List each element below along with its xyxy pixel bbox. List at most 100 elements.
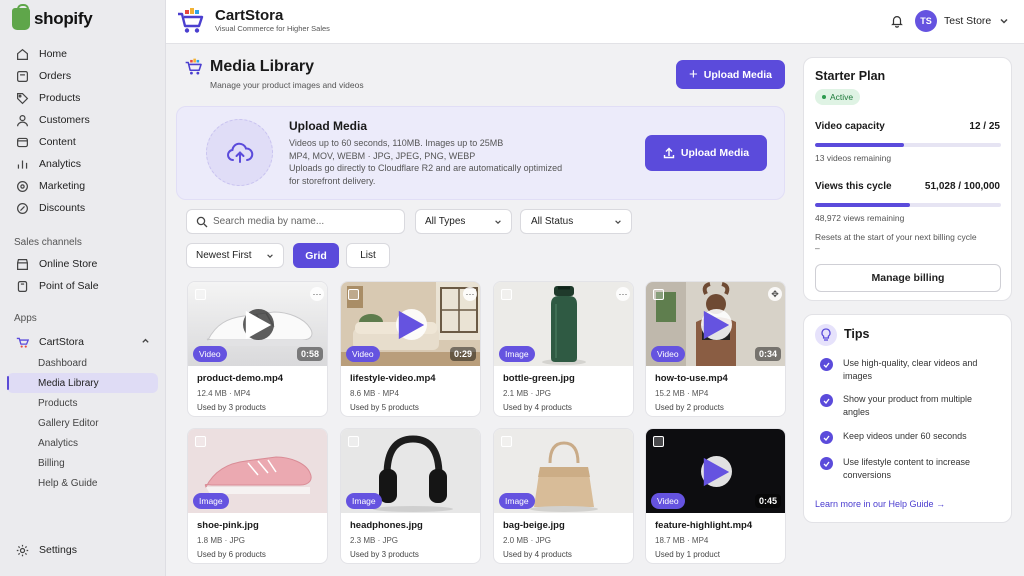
bell-icon[interactable] bbox=[890, 14, 904, 28]
play-icon[interactable] bbox=[701, 456, 732, 487]
select-checkbox[interactable] bbox=[348, 289, 359, 300]
sidebar-sub-analytics[interactable]: Analytics bbox=[7, 433, 158, 453]
play-icon[interactable] bbox=[243, 309, 274, 340]
sidebar-sub-media-library[interactable]: Media Library bbox=[7, 373, 158, 393]
store-switcher[interactable]: Test Store bbox=[944, 15, 991, 27]
sidebar-item-settings[interactable]: Settings bbox=[0, 539, 166, 561]
sidebar-sub-products[interactable]: Products bbox=[7, 393, 158, 413]
reset-note: Resets at the start of your next billing… bbox=[815, 232, 977, 242]
person-icon bbox=[16, 114, 29, 127]
status-badge: Active bbox=[815, 89, 861, 105]
sidebar-item-label: Analytics bbox=[39, 158, 82, 170]
sidebar-item-label: Home bbox=[39, 48, 68, 60]
media-type-badge: Image bbox=[193, 493, 229, 509]
media-meta: 2.3 MB · JPG bbox=[350, 536, 399, 545]
media-card[interactable]: ··· Video 0:58 product-demo.mp4 12.4 MB … bbox=[187, 281, 328, 417]
more-options-icon[interactable]: ··· bbox=[616, 287, 630, 301]
media-type-badge: Image bbox=[499, 346, 535, 362]
type-filter-select[interactable]: All Types bbox=[415, 209, 512, 234]
more-options-icon[interactable]: ✥ bbox=[768, 287, 782, 301]
media-card[interactable]: Video 0:45 feature-highlight.mp4 18.7 MB… bbox=[645, 428, 786, 564]
select-checkbox[interactable] bbox=[348, 436, 359, 447]
sidebar-sub-help-guide[interactable]: Help & Guide bbox=[7, 473, 158, 493]
sidebar-sub-dashboard[interactable]: Dashboard bbox=[7, 353, 158, 373]
tip-item: Use lifestyle content to increase conver… bbox=[820, 456, 993, 482]
sidebar-sub-gallery-editor[interactable]: Gallery Editor bbox=[7, 413, 158, 433]
select-checkbox[interactable] bbox=[501, 436, 512, 447]
cartstora-brand[interactable]: CartStora Visual Commerce for Higher Sal… bbox=[176, 7, 330, 35]
sidebar-item-products[interactable]: Products bbox=[0, 87, 166, 109]
views-bar bbox=[815, 203, 1001, 207]
sidebar-item-cartstora[interactable]: CartStora bbox=[0, 331, 166, 353]
media-card[interactable]: ✥ Video 0:34 how-to-use.mp4 15.2 MB · MP… bbox=[645, 281, 786, 417]
upload-dropzone[interactable]: Upload Media Videos up to 60 seconds, 11… bbox=[176, 106, 785, 200]
select-checkbox[interactable] bbox=[501, 289, 512, 300]
tip-text: Keep videos under 60 seconds bbox=[843, 431, 967, 441]
upload-formats: MP4, MOV, WEBM · JPG, JPEG, PNG, WEBP bbox=[289, 150, 476, 161]
play-icon[interactable] bbox=[396, 309, 427, 340]
search-placeholder: Search media by name... bbox=[213, 216, 325, 227]
media-usage: Used by 4 products bbox=[503, 403, 572, 412]
select-checkbox[interactable] bbox=[653, 289, 664, 300]
avatar[interactable]: TS bbox=[915, 10, 937, 32]
manage-billing-button[interactable]: Manage billing bbox=[815, 264, 1001, 292]
select-checkbox[interactable] bbox=[653, 436, 664, 447]
plus-icon: + bbox=[688, 66, 698, 83]
sidebar-item-marketing[interactable]: Marketing bbox=[0, 175, 166, 197]
sort-select[interactable]: Newest First bbox=[186, 243, 284, 268]
chevron-down-icon[interactable] bbox=[999, 16, 1009, 26]
sidebar-item-discounts[interactable]: Discounts bbox=[0, 197, 166, 219]
sidebar-item-orders[interactable]: Orders bbox=[0, 65, 166, 87]
sidebar-item-online-store[interactable]: Online Store bbox=[0, 253, 166, 275]
status-filter-select[interactable]: All Status bbox=[520, 209, 632, 234]
chevron-down-icon bbox=[267, 253, 273, 258]
media-filename: headphones.jpg bbox=[350, 520, 423, 531]
video-capacity-fill bbox=[815, 143, 905, 147]
media-meta: 2.0 MB · JPG bbox=[503, 536, 552, 545]
media-card[interactable]: Image bag-beige.jpg 2.0 MB · JPG Used by… bbox=[493, 428, 634, 564]
tip-item: Keep videos under 60 seconds bbox=[820, 430, 993, 444]
upload-media-button[interactable]: + Upload Media bbox=[676, 60, 785, 89]
select-checkbox[interactable] bbox=[195, 289, 206, 300]
sidebar-item-point-of-sale[interactable]: Point of Sale bbox=[0, 275, 166, 297]
more-options-icon[interactable]: ··· bbox=[463, 287, 477, 301]
media-type-badge: Image bbox=[499, 493, 535, 509]
media-type-badge: Video bbox=[651, 346, 685, 362]
grid-view-button[interactable]: Grid bbox=[293, 243, 339, 268]
tips-panel: Tips Use high-quality, clear videos and … bbox=[803, 314, 1012, 523]
media-card[interactable]: ··· Video 0:29 lifestyle-video.mp4 8.6 M… bbox=[340, 281, 481, 417]
plan-panel: Starter Plan Active Video capacity 12 / … bbox=[803, 57, 1012, 301]
sidebar-sub-billing[interactable]: Billing bbox=[7, 453, 158, 473]
media-usage: Used by 2 products bbox=[655, 403, 724, 412]
media-card[interactable]: Image shoe-pink.jpg 1.8 MB · JPG Used by… bbox=[187, 428, 328, 564]
media-usage: Used by 4 products bbox=[503, 550, 572, 559]
upload-media-large-label: Upload Media bbox=[680, 147, 750, 159]
help-guide-link[interactable]: Learn more in our Help Guide → bbox=[815, 499, 945, 509]
media-card[interactable]: Image headphones.jpg 2.3 MB · JPG Used b… bbox=[340, 428, 481, 564]
upload-media-large-button[interactable]: Upload Media bbox=[645, 135, 767, 171]
more-options-icon[interactable]: ··· bbox=[310, 287, 324, 301]
tip-item: Show your product from multiple angles bbox=[820, 393, 993, 419]
page-subtitle: Manage your product images and videos bbox=[210, 80, 364, 90]
search-input[interactable]: Search media by name... bbox=[186, 209, 405, 234]
media-card[interactable]: ··· Image bottle-green.jpg 2.1 MB · JPG … bbox=[493, 281, 634, 417]
list-view-button[interactable]: List bbox=[346, 243, 390, 268]
sidebar-item-home[interactable]: Home bbox=[0, 43, 166, 65]
shopify-logo[interactable]: shopify bbox=[12, 4, 93, 30]
sales-channels-heading: Sales channels bbox=[14, 236, 82, 248]
play-icon[interactable] bbox=[701, 309, 732, 340]
media-filename: bottle-green.jpg bbox=[503, 373, 575, 384]
shopify-bag-icon bbox=[12, 4, 30, 30]
media-thumbnail: Image bbox=[341, 429, 480, 513]
select-checkbox[interactable] bbox=[195, 436, 206, 447]
pos-icon bbox=[16, 280, 29, 293]
sidebar-item-label: Point of Sale bbox=[39, 280, 99, 292]
check-icon bbox=[820, 358, 833, 371]
media-thumbnail: ✥ Video 0:34 bbox=[646, 282, 785, 366]
sidebar-item-content[interactable]: Content bbox=[0, 131, 166, 153]
media-meta: 1.8 MB · JPG bbox=[197, 536, 246, 545]
media-thumbnail: ··· Image bbox=[494, 282, 633, 366]
sidebar-item-analytics[interactable]: Analytics bbox=[0, 153, 166, 175]
sidebar-item-customers[interactable]: Customers bbox=[0, 109, 166, 131]
chevron-up-icon[interactable] bbox=[141, 336, 150, 348]
